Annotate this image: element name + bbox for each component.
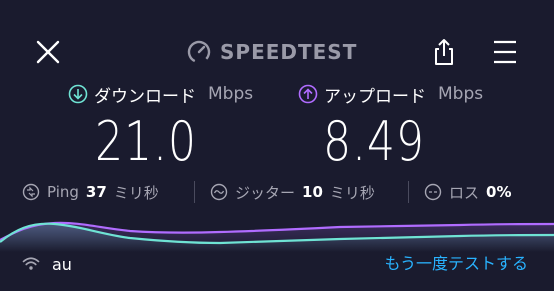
ping-label: Ping xyxy=(47,183,79,201)
jitter-label: ジッター xyxy=(235,183,296,202)
upload-unit: Mbps xyxy=(438,84,484,104)
share-icon xyxy=(435,39,453,65)
loss-value: 0% xyxy=(486,183,512,201)
stat-divider xyxy=(408,181,409,203)
ping-icon xyxy=(22,183,40,201)
speed-graph xyxy=(0,221,554,252)
share-button[interactable] xyxy=(428,36,460,68)
hamburger-menu-icon xyxy=(494,40,516,64)
download-unit: Mbps xyxy=(208,84,254,104)
loss-label: ロス xyxy=(449,183,480,202)
jitter-value: 10 xyxy=(302,183,323,201)
upload-header: アップロード Mbps xyxy=(298,80,483,108)
ping-unit: ミリ秒 xyxy=(113,183,159,202)
brand-logo: SPEEDTEST xyxy=(186,36,357,68)
stat-divider xyxy=(194,181,195,203)
download-label: ダウンロード xyxy=(94,86,196,107)
upload-label: アップロード xyxy=(324,86,426,107)
jitter-icon xyxy=(210,183,228,201)
download-arrow-icon xyxy=(68,84,88,104)
test-again-link[interactable]: もう一度テストする xyxy=(384,252,528,276)
upload-arrow-icon xyxy=(298,84,318,104)
carrier-name: au xyxy=(52,254,72,274)
download-header: ダウンロード Mbps xyxy=(68,80,253,108)
close-button[interactable] xyxy=(32,36,64,68)
upload-graph-area xyxy=(0,222,554,252)
download-speed-value: 21.0 xyxy=(95,110,197,173)
speedometer-icon xyxy=(187,40,211,64)
brand-name: SPEEDTEST xyxy=(220,40,358,64)
ping-value: 37 xyxy=(85,183,107,201)
close-icon xyxy=(36,40,60,64)
packet-loss-icon xyxy=(424,183,442,201)
jitter-unit: ミリ秒 xyxy=(329,183,375,202)
carrier-info: au xyxy=(22,252,72,276)
ping-stat: Ping 37 ミリ秒 xyxy=(22,178,159,206)
speedtest-result-screen: SPEEDTEST ダウンロード Mbps アップロード Mbps 21.0 8… xyxy=(0,0,554,291)
upload-speed-value: 8.49 xyxy=(323,110,425,173)
packet-loss-stat: ロス 0% xyxy=(424,178,511,206)
jitter-stat: ジッター 10 ミリ秒 xyxy=(210,178,375,206)
menu-button[interactable] xyxy=(490,38,520,66)
wifi-icon xyxy=(22,257,40,270)
